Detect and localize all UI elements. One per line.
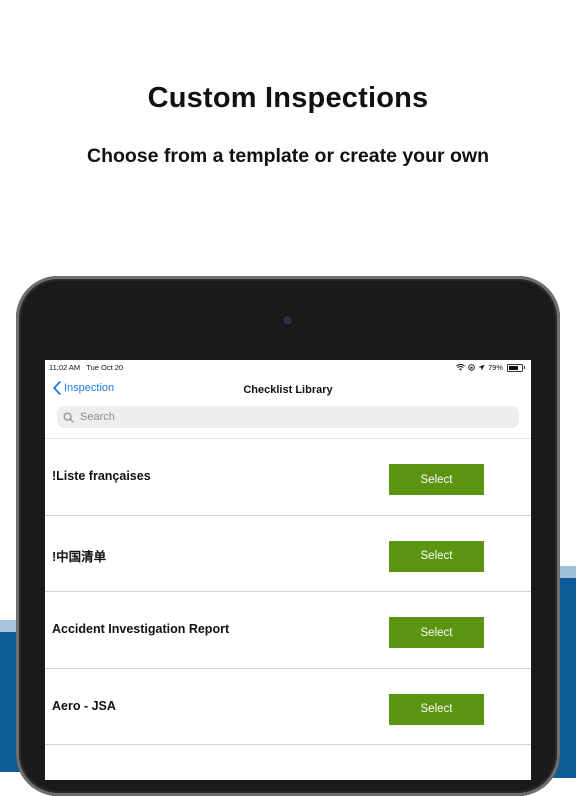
page-headline: Custom Inspections — [147, 82, 429, 114]
select-button[interactable]: Select — [389, 617, 484, 648]
status-icons: 79% — [456, 363, 525, 372]
checklist-name: Aero - JSA — [52, 698, 116, 713]
list-item: Accident Investigation Report Select — [45, 592, 531, 669]
page-subheadline: Choose from a template or create your ow… — [86, 145, 489, 167]
battery-percent: 79% — [487, 363, 503, 372]
checklist-name: !中国清单 — [52, 549, 107, 564]
checklist-name: !Liste françaises — [52, 469, 151, 483]
checklist-list: !Liste françaises Select !中国清单 Select Ac… — [45, 438, 531, 745]
status-time-date: 11:02 AM Tue Oct 20 — [49, 363, 123, 372]
navigation-bar: Inspection Checklist Library — [45, 378, 531, 402]
wifi-icon — [456, 364, 465, 371]
select-button[interactable]: Select — [389, 693, 484, 725]
status-bar: 11:02 AM Tue Oct 20 79% — [45, 360, 531, 374]
list-item: Aero - JSA Select — [45, 669, 531, 745]
search-icon — [63, 411, 74, 423]
status-time: 11:02 AM — [49, 363, 81, 372]
search-bar[interactable] — [57, 406, 519, 428]
list-item: !Liste françaises Select — [45, 439, 531, 516]
lock-rotation-icon — [468, 364, 475, 371]
page-title: Checklist Library — [243, 384, 333, 396]
checklist-name: Accident Investigation Report — [52, 622, 230, 636]
location-arrow-icon — [478, 364, 485, 371]
select-button[interactable]: Select — [389, 464, 484, 495]
app-screen: 11:02 AM Tue Oct 20 79% Inspection Check… — [45, 360, 531, 780]
search-input[interactable] — [78, 410, 502, 424]
battery-icon — [507, 363, 525, 372]
camera-icon — [283, 316, 292, 325]
select-button[interactable]: Select — [389, 540, 484, 572]
list-item: !中国清单 Select — [45, 516, 531, 592]
status-date: Tue Oct 20 — [86, 363, 124, 372]
